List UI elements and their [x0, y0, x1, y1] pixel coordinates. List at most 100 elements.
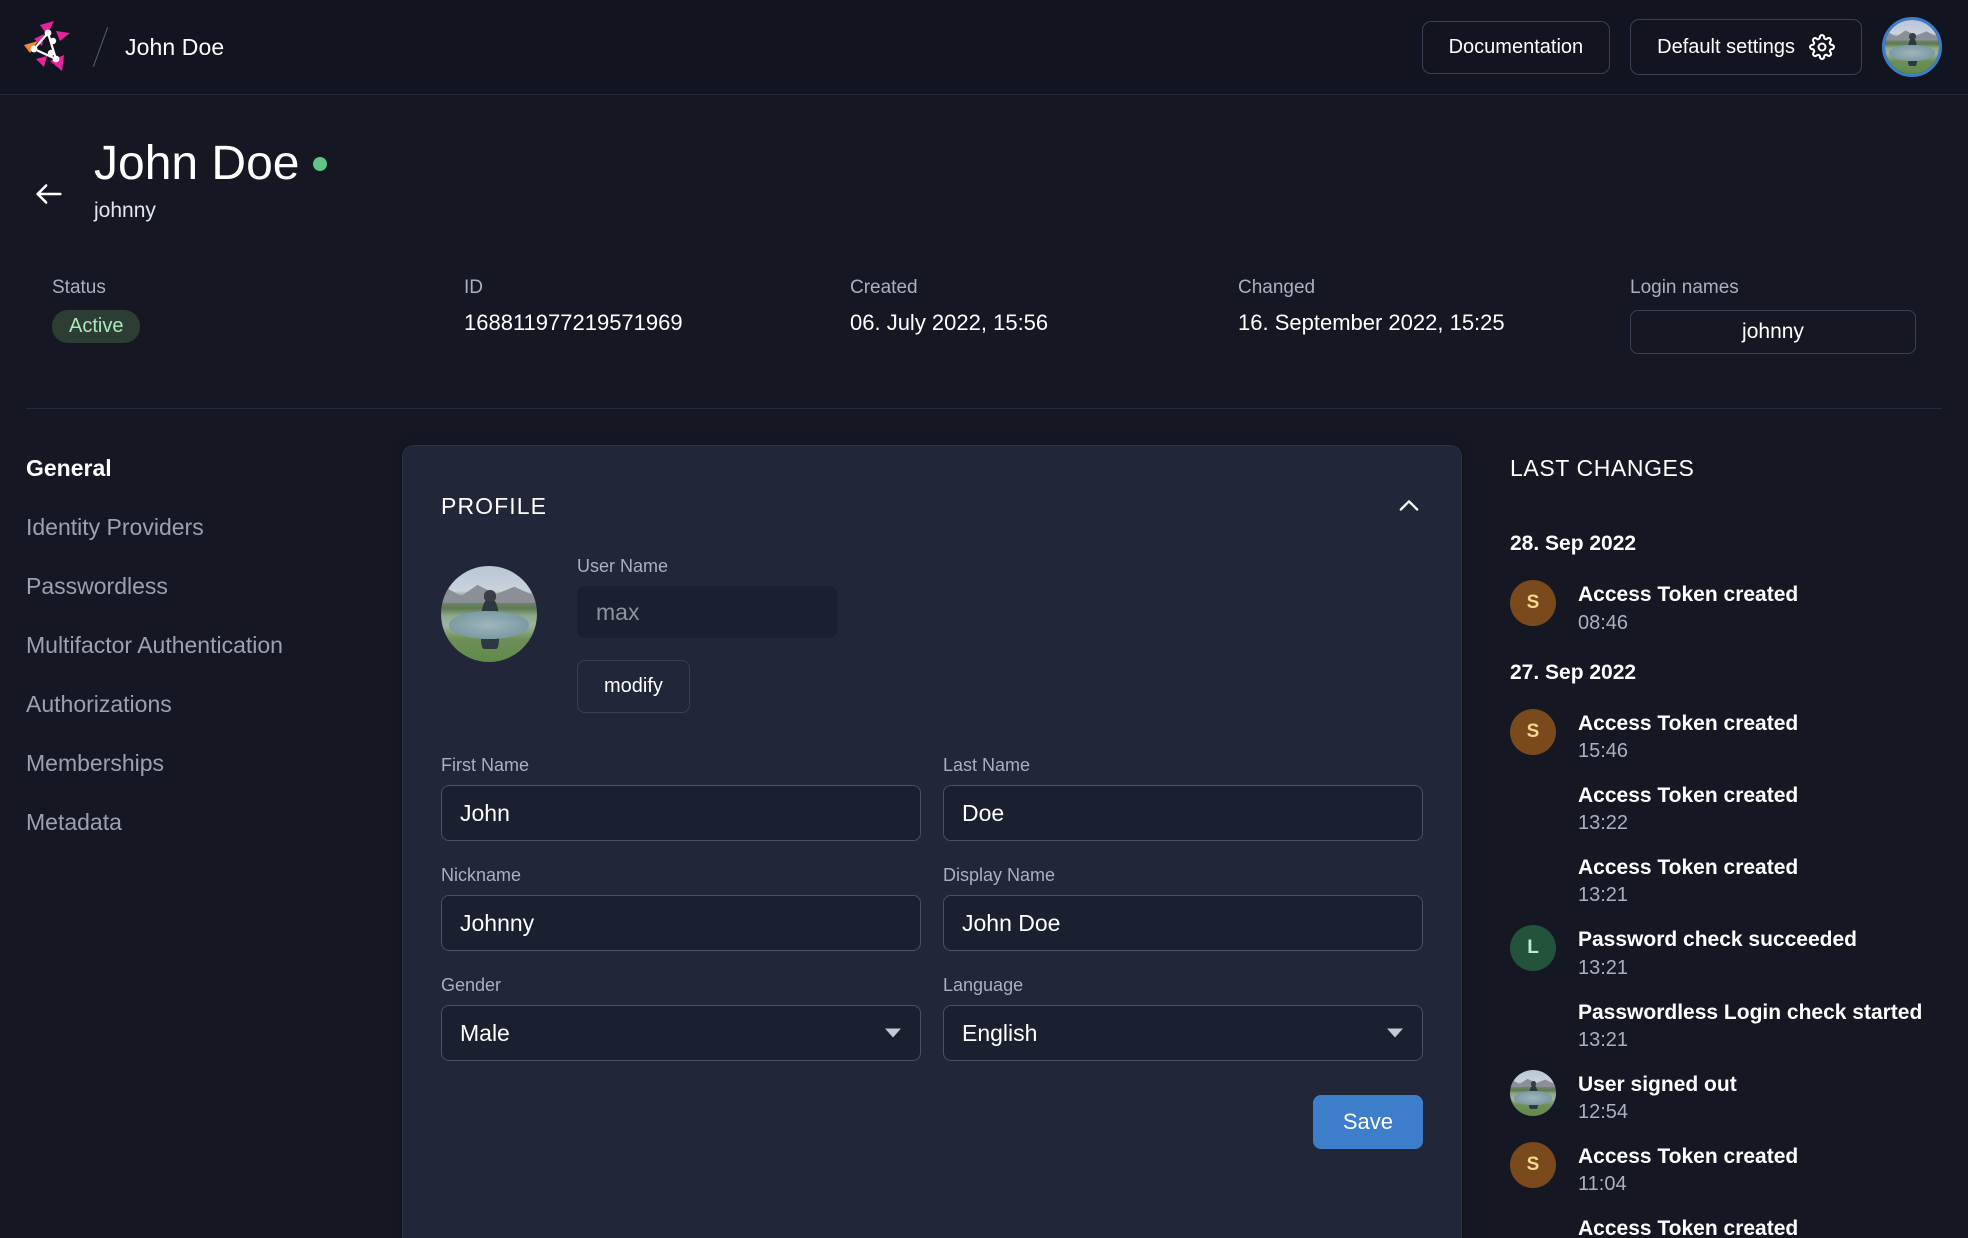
change-time: 13:21 [1578, 884, 1798, 907]
change-time: 13:22 [1578, 812, 1798, 835]
sidebar-item-passwordless[interactable]: Passwordless [26, 575, 402, 634]
meta-login-names-label: Login names [1630, 277, 1916, 299]
meta-changed-label: Changed [1238, 277, 1630, 299]
username-label: User Name [577, 556, 837, 577]
meta-changed-value: 16. September 2022, 15:25 [1238, 310, 1630, 336]
sidebar-item-label: Identity Providers [26, 514, 204, 540]
sidebar-item-metadata[interactable]: Metadata [26, 811, 402, 870]
last-changes-panel: LAST CHANGES 28. Sep 2022 S Access Token c… [1462, 445, 1942, 1238]
sidebar-item-label: Memberships [26, 750, 164, 776]
default-settings-button[interactable]: Default settings [1630, 19, 1862, 75]
save-button[interactable]: Save [1313, 1095, 1423, 1149]
display-name-input[interactable] [943, 895, 1423, 951]
back-button[interactable] [26, 171, 72, 217]
display-name-group: Display Name [943, 865, 1423, 951]
change-avatar-photo [1510, 1070, 1556, 1116]
gender-group: Gender [441, 975, 921, 1061]
change-avatar-initial: S [1510, 580, 1556, 626]
change-text: Access Token created13:22 [1578, 781, 1798, 835]
profile-avatar[interactable] [441, 566, 537, 662]
change-text: Access Token created 15:46 [1578, 709, 1798, 763]
change-time: 11:04 [1578, 1173, 1798, 1196]
change-text: Password check succeeded13:21 [1578, 925, 1857, 979]
change-message: Password check succeeded [1578, 927, 1857, 953]
avatar-photo [1510, 1070, 1556, 1116]
change-time: 13:21 [1578, 1029, 1922, 1052]
change-entry[interactable]: Passwordless Login check started 13:21 [1510, 998, 1942, 1052]
status-badge: Active [52, 310, 140, 343]
top-bar-actions: Documentation Default settings [1422, 17, 1942, 77]
change-message: Access Token created [1578, 711, 1798, 737]
change-message: Access Token created [1578, 855, 1798, 881]
nickname-group: Nickname [441, 865, 921, 951]
login-name-chip[interactable]: johnny [1630, 310, 1916, 354]
header-divider [26, 408, 1942, 409]
modify-button[interactable]: modify [577, 660, 690, 713]
avatar-photo [1885, 20, 1939, 74]
change-text: User signed out12:54 [1578, 1070, 1737, 1124]
gender-select[interactable] [441, 1005, 921, 1061]
change-entry[interactable]: Access Token created11:02 [1510, 1214, 1942, 1238]
change-entry[interactable]: User signed out12:54 [1510, 1070, 1942, 1124]
nickname-input[interactable] [441, 895, 921, 951]
first-name-group: First Name [441, 755, 921, 841]
first-name-input[interactable] [441, 785, 921, 841]
meta-id-label: ID [464, 277, 850, 299]
last-changes-title: LAST CHANGES [1510, 455, 1942, 482]
change-message: Passwordless Login check started [1578, 1000, 1922, 1026]
save-row: Save [441, 1095, 1423, 1149]
last-name-input[interactable] [943, 785, 1423, 841]
change-entry[interactable]: Access Token created 13:21 [1510, 853, 1942, 907]
documentation-button[interactable]: Documentation [1422, 21, 1611, 74]
change-avatar-spacer [1510, 853, 1556, 899]
meta-status-label: Status [52, 277, 464, 299]
sidebar-item-label: Metadata [26, 809, 122, 835]
documentation-label: Documentation [1449, 36, 1584, 59]
profile-card-title: PROFILE [441, 493, 547, 520]
meta-id-value: 168811977219571969 [464, 310, 850, 336]
title-block: John Doe johnny [94, 139, 327, 223]
changes-group-date: 27. Sep 2022 [1510, 661, 1942, 685]
change-time: 15:46 [1578, 740, 1798, 763]
sidebar-item-general[interactable]: General [26, 457, 402, 516]
sidebar-item-label: Authorizations [26, 691, 172, 717]
sidebar-item-authorizations[interactable]: Authorizations [26, 693, 402, 752]
change-avatar-initial: L [1510, 925, 1556, 971]
chevron-up-icon[interactable] [1395, 492, 1423, 520]
breadcrumb-user[interactable]: John Doe [125, 34, 224, 61]
change-entry[interactable]: L Password check succeeded13:21 [1510, 925, 1942, 979]
last-name-group: Last Name [943, 755, 1423, 841]
change-avatar-spacer [1510, 998, 1556, 1044]
change-text: Access Token created 11:04 [1578, 1142, 1798, 1196]
sidebar-item-memberships[interactable]: Memberships [26, 752, 402, 811]
changes-group-date: 28. Sep 2022 [1510, 532, 1942, 556]
page-title-text: John Doe [94, 139, 299, 189]
change-avatar-initial: S [1510, 1142, 1556, 1188]
name-row: First Name Last Name [441, 755, 1423, 841]
profile-card: PROFILE User Name max modify First Name … [402, 445, 1462, 1238]
change-message: Access Token created [1578, 1144, 1798, 1170]
sidebar-item-label: Passwordless [26, 573, 168, 599]
sidebar-item-label: Multifactor Authentication [26, 632, 283, 658]
change-entry[interactable]: S Access Token created 11:04 [1510, 1142, 1942, 1196]
language-select[interactable] [943, 1005, 1423, 1061]
user-avatar-button[interactable] [1882, 17, 1942, 77]
change-entry[interactable]: S Access Token created08:46 [1510, 580, 1942, 634]
change-text: Access Token created08:46 [1578, 580, 1798, 634]
sidebar-item-multifactor-authentication[interactable]: Multifactor Authentication [26, 634, 402, 693]
changes-group: 28. Sep 2022 S Access Token created08:46 [1510, 532, 1942, 634]
change-avatar-spacer [1510, 781, 1556, 827]
change-avatar-spacer [1510, 1214, 1556, 1238]
breadcrumb-separator [93, 27, 108, 67]
change-avatar-initial: S [1510, 709, 1556, 755]
change-text: Access Token created 13:21 [1578, 853, 1798, 907]
gender-label: Gender [441, 975, 921, 996]
page-subtitle: johnny [94, 199, 327, 223]
change-message: Access Token created [1578, 582, 1798, 608]
sidebar-item-identity-providers[interactable]: Identity Providers [26, 516, 402, 575]
username-input[interactable]: max [577, 586, 837, 638]
change-entry[interactable]: Access Token created13:22 [1510, 781, 1942, 835]
meta-id: ID 168811977219571969 [464, 277, 850, 354]
zitadel-logo[interactable] [20, 19, 82, 75]
change-entry[interactable]: S Access Token created 15:46 [1510, 709, 1942, 763]
